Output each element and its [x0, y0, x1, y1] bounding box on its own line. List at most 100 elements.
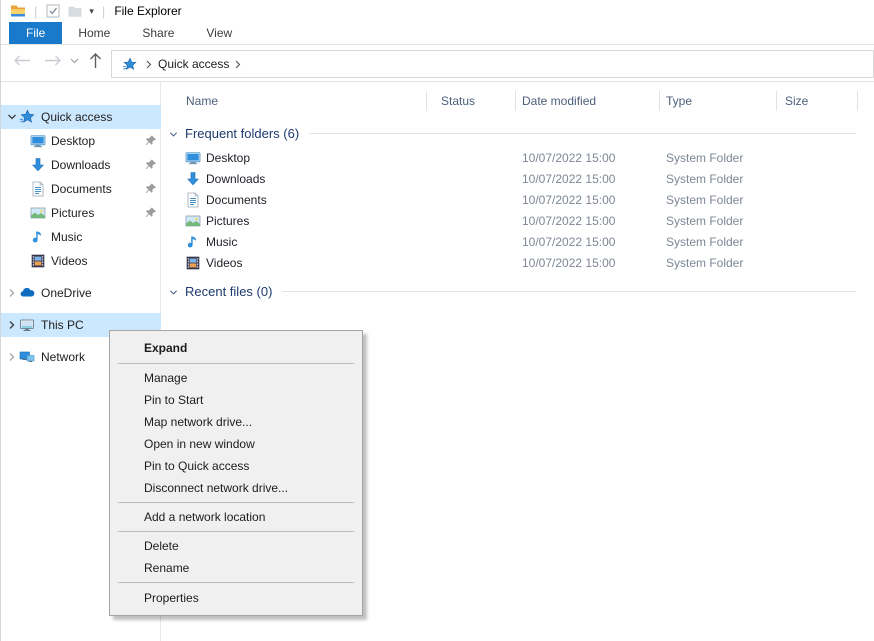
- sidebar-item-music[interactable]: Music: [1, 225, 161, 249]
- breadcrumb-chevron-icon[interactable]: [235, 60, 241, 69]
- menu-item-properties[interactable]: Properties: [110, 586, 362, 610]
- file-explorer-window: | ▾ | File Explorer File Home Share View: [0, 0, 874, 641]
- group-header-frequent-folders[interactable]: Frequent folders (6): [162, 124, 856, 142]
- titlebar-separator: |: [102, 4, 105, 19]
- file-name: Documents: [206, 193, 267, 207]
- chevron-right-icon[interactable]: [6, 319, 18, 331]
- sidebar-item-label: Music: [51, 230, 82, 244]
- menu-separator: [118, 531, 354, 532]
- file-row-desktop[interactable]: Desktop 10/07/2022 15:00 System Folder: [162, 148, 874, 169]
- file-name: Desktop: [206, 151, 250, 165]
- sidebar-item-label: Downloads: [51, 158, 110, 172]
- tab-view[interactable]: View: [190, 22, 248, 44]
- file-row-music[interactable]: Music 10/07/2022 15:00 System Folder: [162, 232, 874, 253]
- file-type: System Folder: [666, 235, 743, 249]
- desktop-icon: [185, 150, 201, 166]
- menu-item-rename[interactable]: Rename: [110, 557, 362, 579]
- sidebar-item-documents[interactable]: Documents: [1, 177, 161, 201]
- menu-item-map-network-drive[interactable]: Map network drive...: [110, 411, 362, 433]
- sidebar-item-label: OneDrive: [41, 286, 92, 300]
- column-header-row: Name Status Date modified Type Size: [162, 88, 874, 114]
- column-header-name[interactable]: Name: [186, 94, 218, 108]
- documents-icon: [185, 192, 201, 208]
- file-name: Pictures: [206, 214, 249, 228]
- menu-item-expand[interactable]: Expand: [110, 336, 362, 360]
- sidebar-item-downloads[interactable]: Downloads: [1, 153, 161, 177]
- back-icon[interactable]: [13, 54, 31, 67]
- chevron-down-icon[interactable]: [169, 288, 178, 297]
- titlebar-separator: |: [34, 4, 37, 19]
- this-pc-context-menu: Expand Manage Pin to Start Map network d…: [109, 330, 363, 616]
- menu-item-delete[interactable]: Delete: [110, 535, 362, 557]
- group-header-recent-files[interactable]: Recent files (0): [162, 282, 856, 300]
- column-divider[interactable]: [426, 91, 427, 111]
- column-divider[interactable]: [776, 91, 777, 111]
- column-header-status[interactable]: Status: [441, 94, 475, 108]
- file-row-documents[interactable]: Documents 10/07/2022 15:00 System Folder: [162, 190, 874, 211]
- menu-item-manage[interactable]: Manage: [110, 367, 362, 389]
- pictures-icon: [30, 205, 46, 221]
- tab-home[interactable]: Home: [62, 22, 126, 44]
- menu-item-add-network-location[interactable]: Add a network location: [110, 506, 362, 528]
- file-date-modified: 10/07/2022 15:00: [522, 172, 615, 186]
- pin-icon: [145, 183, 157, 195]
- menu-item-open-in-new-window[interactable]: Open in new window: [110, 433, 362, 455]
- file-type: System Folder: [666, 193, 743, 207]
- documents-icon: [30, 181, 46, 197]
- pin-icon: [145, 207, 157, 219]
- up-icon[interactable]: [89, 52, 102, 69]
- group-header-label: Recent files (0): [185, 284, 272, 299]
- file-row-downloads[interactable]: Downloads 10/07/2022 15:00 System Folder: [162, 169, 874, 190]
- breadcrumb-chevron-icon[interactable]: [146, 60, 152, 69]
- sidebar-item-desktop[interactable]: Desktop: [1, 129, 161, 153]
- file-row-pictures[interactable]: Pictures 10/07/2022 15:00 System Folder: [162, 211, 874, 232]
- file-row-videos[interactable]: Videos 10/07/2022 15:00 System Folder: [162, 253, 874, 274]
- tab-share[interactable]: Share: [126, 22, 190, 44]
- column-divider[interactable]: [857, 91, 858, 111]
- file-name: Music: [206, 235, 237, 249]
- column-divider[interactable]: [659, 91, 660, 111]
- music-icon: [30, 229, 46, 245]
- navigation-bar: Quick access: [1, 45, 874, 82]
- file-date-modified: 10/07/2022 15:00: [522, 256, 615, 270]
- downloads-icon: [30, 157, 46, 173]
- chevron-right-icon[interactable]: [6, 351, 18, 363]
- tab-file[interactable]: File: [9, 22, 62, 44]
- sidebar-item-label: This PC: [41, 318, 84, 332]
- chevron-down-icon[interactable]: [6, 111, 18, 123]
- recent-locations-dropdown-icon[interactable]: [70, 58, 79, 64]
- group-header-label: Frequent folders (6): [185, 126, 299, 141]
- forward-icon[interactable]: [44, 54, 62, 67]
- menu-separator: [118, 502, 354, 503]
- menu-item-disconnect-network-drive[interactable]: Disconnect network drive...: [110, 477, 362, 499]
- chevron-down-icon[interactable]: [169, 130, 178, 139]
- column-header-date-modified[interactable]: Date modified: [522, 94, 596, 108]
- sidebar-item-label: Documents: [51, 182, 112, 196]
- column-header-type[interactable]: Type: [666, 94, 692, 108]
- chevron-right-icon[interactable]: [6, 287, 18, 299]
- file-name: Downloads: [206, 172, 265, 186]
- column-header-size[interactable]: Size: [785, 94, 808, 108]
- sidebar-item-pictures[interactable]: Pictures: [1, 201, 161, 225]
- properties-icon[interactable]: [45, 3, 61, 19]
- column-divider[interactable]: [515, 91, 516, 111]
- qat-dropdown-icon[interactable]: ▾: [89, 6, 94, 17]
- sidebar-item-label: Pictures: [51, 206, 94, 220]
- sidebar-item-videos[interactable]: Videos: [1, 249, 161, 273]
- sidebar-item-quick-access[interactable]: Quick access: [1, 105, 161, 129]
- sidebar-item-label: Quick access: [41, 110, 112, 124]
- file-type: System Folder: [666, 256, 743, 270]
- breadcrumb-quick-access[interactable]: Quick access: [158, 57, 229, 71]
- network-icon: [19, 349, 35, 365]
- sidebar-item-onedrive[interactable]: OneDrive: [1, 281, 161, 305]
- file-type: System Folder: [666, 151, 743, 165]
- menu-item-pin-to-quick-access[interactable]: Pin to Quick access: [110, 455, 362, 477]
- new-folder-icon[interactable]: [67, 3, 83, 19]
- address-bar[interactable]: Quick access: [111, 50, 874, 78]
- menu-item-pin-to-start[interactable]: Pin to Start: [110, 389, 362, 411]
- sidebar-item-label: Videos: [51, 254, 87, 268]
- file-date-modified: 10/07/2022 15:00: [522, 235, 615, 249]
- sidebar-item-label: Desktop: [51, 134, 95, 148]
- title-bar: | ▾ | File Explorer: [1, 0, 874, 22]
- file-date-modified: 10/07/2022 15:00: [522, 151, 615, 165]
